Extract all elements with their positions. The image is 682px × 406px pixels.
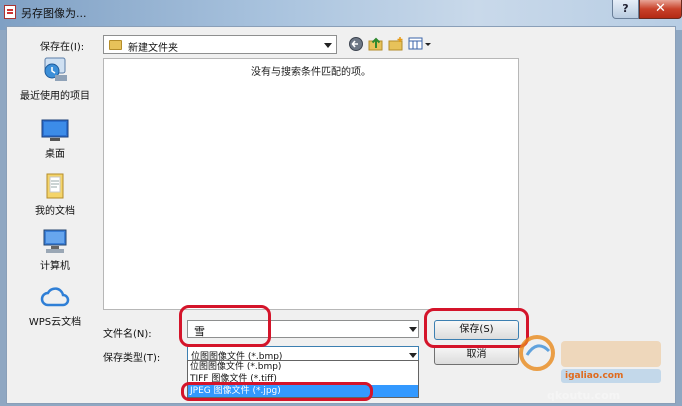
folder-icon — [109, 40, 122, 50]
place-desktop[interactable]: 桌面 — [10, 117, 100, 160]
save-image-dialog: 另存图像为... ? ✕ 保存在(I): 新建文件夹 最近使用的项目 桌面 我的… — [0, 0, 682, 404]
cloud-icon — [40, 287, 70, 307]
current-folder-name: 新建文件夹 — [128, 43, 178, 54]
chevron-down-icon — [324, 43, 332, 48]
computer-icon — [43, 229, 67, 253]
place-label: 计算机 — [40, 261, 70, 272]
place-wps-cloud[interactable]: WPS云文档 — [10, 283, 100, 328]
annotation-highlight-save — [424, 308, 529, 348]
view-menu-icon[interactable] — [408, 36, 432, 52]
filetype-label: 保存类型(T): — [103, 353, 161, 364]
cancel-button[interactable]: 取消 — [434, 345, 519, 365]
app-document-icon — [4, 5, 16, 19]
filetype-option[interactable]: 位图图像文件 (*.bmp) — [188, 361, 418, 373]
empty-message: 没有与搜索条件匹配的项。 — [251, 67, 371, 78]
place-label: WPS云文档 — [28, 317, 82, 328]
watermark-url: qkoutu.com — [547, 389, 621, 402]
dialog-body: 保存在(I): 新建文件夹 最近使用的项目 桌面 我的文档 计算机 WPS云文档… — [6, 26, 676, 404]
help-button[interactable]: ? — [612, 0, 639, 19]
place-label: 最近使用的项目 — [20, 91, 90, 102]
places-bar: 最近使用的项目 桌面 我的文档 计算机 WPS云文档 — [10, 55, 100, 375]
filename-label: 文件名(N): — [103, 329, 152, 340]
file-list[interactable]: 没有与搜索条件匹配的项。 — [103, 58, 519, 310]
place-documents[interactable]: 我的文档 — [10, 172, 100, 217]
desktop-icon — [41, 119, 69, 141]
chevron-down-icon[interactable] — [409, 353, 417, 358]
back-icon[interactable] — [348, 36, 364, 52]
chevron-down-icon[interactable] — [409, 327, 417, 332]
place-label: 我的文档 — [35, 206, 75, 217]
place-recent-items[interactable]: 最近使用的项目 — [10, 55, 100, 102]
save-in-label: 保存在(I): — [40, 42, 85, 53]
dialog-title: 另存图像为... — [21, 7, 87, 20]
place-label: 桌面 — [45, 149, 65, 160]
annotation-highlight-filename — [179, 305, 271, 347]
documents-icon — [46, 173, 64, 199]
up-folder-icon[interactable] — [368, 36, 384, 52]
annotation-highlight-jpeg — [181, 382, 373, 401]
watermark: igaliao.com qkoutu.com — [517, 325, 675, 403]
close-button[interactable]: ✕ — [639, 0, 682, 19]
new-folder-icon[interactable] — [388, 36, 404, 52]
recent-items-icon — [44, 57, 67, 81]
save-in-combo[interactable]: 新建文件夹 — [103, 35, 337, 54]
title-bar[interactable]: 另存图像为... ? ✕ — [0, 0, 682, 26]
place-computer[interactable]: 计算机 — [10, 227, 100, 272]
watermark-site: igaliao.com — [565, 371, 624, 381]
